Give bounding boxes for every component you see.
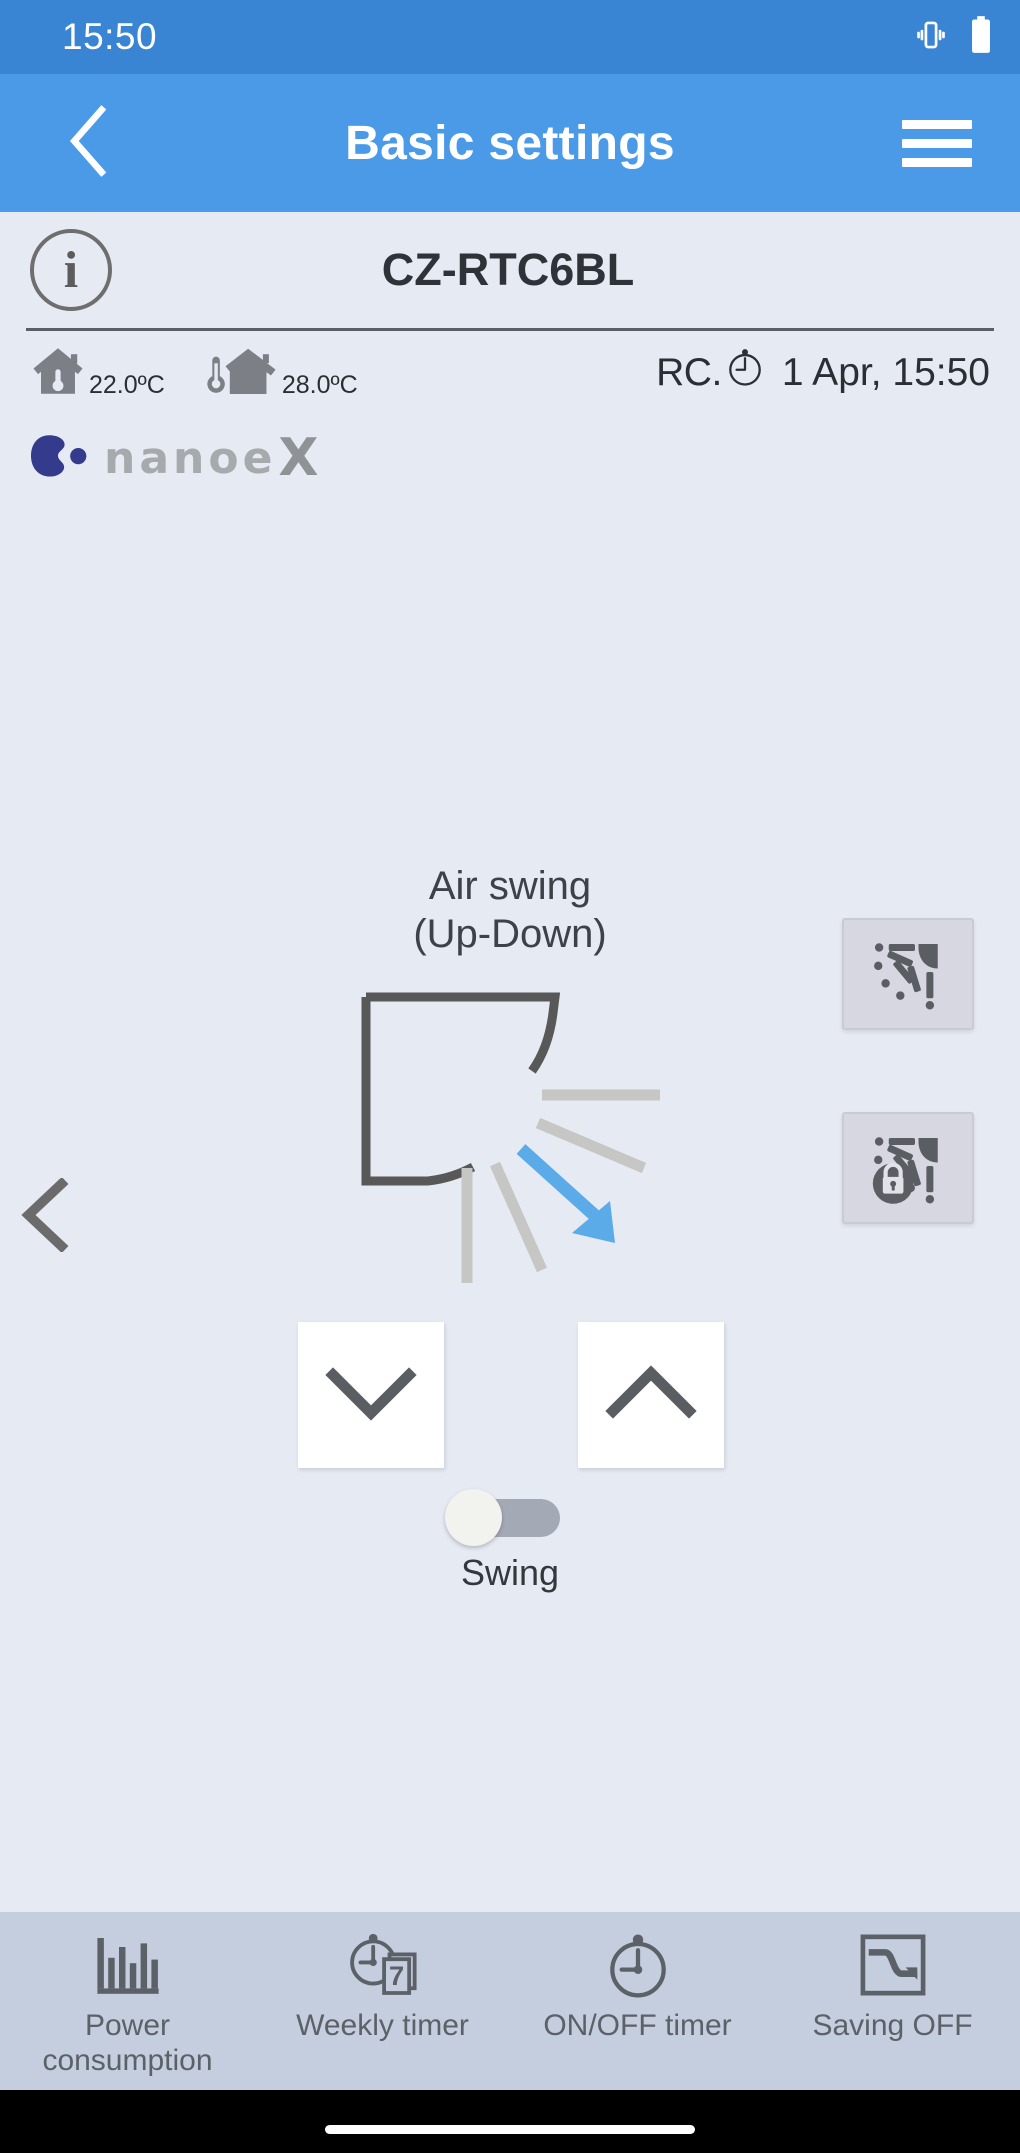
swing-toggle[interactable]: [445, 1489, 560, 1546]
swing-direction-button[interactable]: [842, 918, 974, 1030]
swing-toggle-knob[interactable]: [445, 1489, 502, 1546]
thermometer-house-icon: [207, 343, 279, 403]
nanoe-wordmark: nanoe: [104, 432, 277, 484]
tab-onoff-timer[interactable]: ON/OFF timer: [510, 1912, 765, 2090]
saving-graph-icon: [858, 1928, 928, 2002]
indoor-temperature-value: 22.0ºC: [89, 371, 165, 399]
previous-page-button[interactable]: [14, 1176, 78, 1256]
nanoe-x-letter: X: [278, 428, 319, 488]
air-swing-rays-lock-icon: [866, 1124, 950, 1212]
tab-label-line1: Saving OFF: [812, 2009, 973, 2042]
weekly-timer-icon: 7: [343, 1928, 423, 2002]
temperatures-row: 22.0ºC 28.0ºC RC. 1 Apr, 15:50: [0, 335, 1020, 411]
tab-label-line2: consumption: [42, 2044, 213, 2077]
tab-power-consumption-label: Power consumption: [42, 2008, 212, 2078]
remote-controller-time: RC. 1 Apr, 15:50: [656, 347, 990, 399]
hamburger-menu-button[interactable]: [902, 110, 972, 177]
swing-lock-button[interactable]: [842, 1112, 974, 1224]
chevron-up-icon: [605, 1363, 697, 1427]
clock-icon: [724, 347, 766, 399]
info-icon[interactable]: i: [30, 229, 112, 311]
home-indicator[interactable]: [325, 2125, 695, 2134]
status-bar-time: 15:50: [62, 16, 158, 57]
tab-saving[interactable]: Saving OFF: [765, 1912, 1020, 2090]
nanoe-blob-icon: [28, 432, 94, 484]
hamburger-menu-icon-bar-1: [902, 119, 972, 129]
tab-label-line1: ON/OFF timer: [543, 2009, 732, 2042]
header-divider: [26, 328, 994, 331]
outdoor-temperature-value: 28.0ºC: [281, 371, 358, 399]
panel-title-line1: Air swing: [428, 864, 592, 908]
clock-icon: [601, 1928, 675, 2002]
tab-power-consumption[interactable]: Power consumption: [0, 1912, 255, 2090]
lock-icon: [872, 1162, 914, 1204]
tab-weekly-timer[interactable]: 7 Weekly timer: [255, 1912, 510, 2090]
swing-down-button[interactable]: [298, 1322, 444, 1468]
indoor-temperature: 22.0ºC: [30, 343, 165, 403]
vibrate-icon: [914, 18, 948, 56]
device-name: CZ-RTC6BL: [381, 244, 635, 295]
hamburger-menu-icon-bar-3: [902, 157, 972, 167]
air-swing-up-down-illustration: [310, 965, 710, 1289]
bottom-tab-bar: Power consumption 7 Weekly timer ON/OFF …: [0, 1912, 1020, 2090]
device-header: i CZ-RTC6BL 22.0ºC 28.0ºC RC. 1 Apr, 15:…: [0, 212, 1020, 411]
air-swing-rays-icon: [866, 930, 950, 1018]
tab-saving-label: Saving OFF: [812, 2008, 972, 2043]
tab-weekly-timer-label: Weekly timer: [296, 2008, 469, 2043]
chevron-left-icon: [64, 104, 112, 182]
device-name-row: i CZ-RTC6BL: [0, 212, 1020, 328]
chevron-down-icon: [325, 1363, 417, 1427]
page-title: Basic settings: [345, 116, 675, 170]
tab-label-line1: Weekly timer: [296, 2009, 469, 2042]
battery-icon: [970, 16, 992, 58]
hamburger-menu-icon-bar-2: [902, 138, 972, 148]
navigation-bar: Basic settings: [0, 74, 1020, 212]
back-button[interactable]: [28, 104, 148, 182]
tab-label-line1: Power: [84, 2009, 171, 2042]
tab-onoff-timer-label: ON/OFF timer: [543, 2008, 731, 2043]
swing-up-button[interactable]: [578, 1322, 724, 1468]
nanoe-x-logo: nanoe X: [28, 428, 319, 488]
svg-text:7: 7: [389, 1960, 404, 1991]
rc-datetime: 1 Apr, 15:50: [781, 351, 990, 394]
chevron-left-icon: [14, 1176, 78, 1256]
home-indicator-area: [0, 2090, 1020, 2153]
swing-toggle-label: Swing: [460, 1552, 560, 1593]
status-bar: 15:50: [0, 0, 1020, 74]
app-screen: 15:50 Basic settings i CZ-RTC6BL 22.0ºC …: [0, 0, 1020, 2153]
rc-label: RC.: [656, 351, 722, 394]
house-thermometer-icon: [30, 343, 86, 403]
outdoor-temperature: 28.0ºC: [207, 343, 358, 403]
status-bar-icons: [914, 16, 992, 58]
bar-chart-icon: [92, 1928, 164, 2002]
